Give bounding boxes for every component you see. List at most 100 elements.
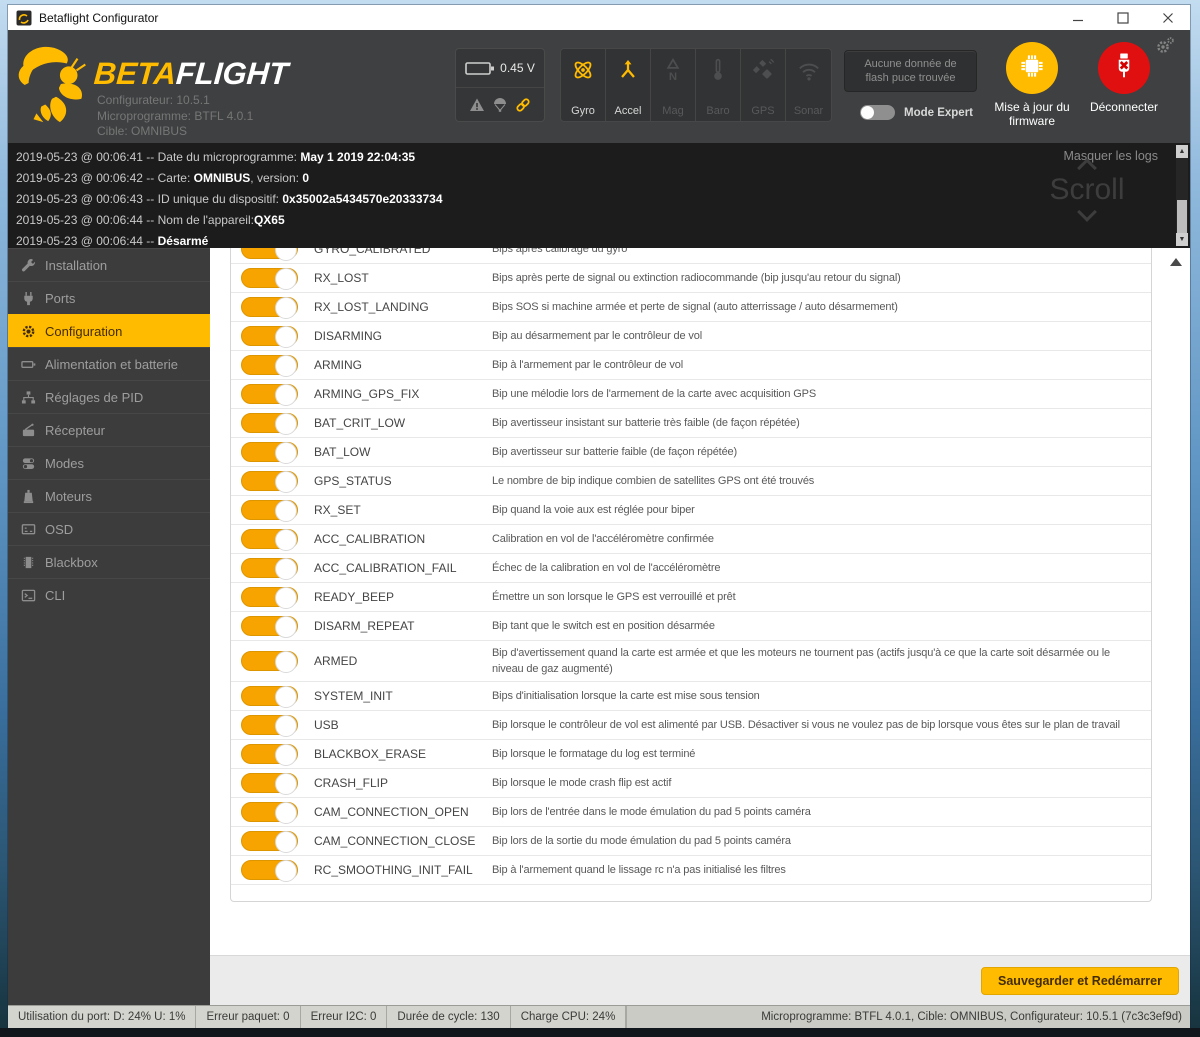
beeper-toggle-DISARM_REPEAT[interactable]: [241, 616, 298, 638]
sidebar-item-blackbox[interactable]: Blackbox: [8, 545, 210, 578]
beeper-row-RX_SET: RX_SET Bip quand la voie aux est réglée p…: [231, 496, 1151, 525]
firmware-update-label: Mise à jour du firmware: [994, 100, 1070, 128]
status-cell: Erreur paquet: 0: [196, 1006, 301, 1028]
sensor-label: Accel: [614, 105, 642, 117]
beeper-toggle-CAM_CONNECTION_OPEN[interactable]: [241, 802, 298, 824]
app-icon: [16, 10, 32, 26]
status-cell: Utilisation du port: D: 24% U: 1%: [8, 1006, 197, 1028]
sensor-gps: GPS: [741, 49, 786, 121]
status-cell: Erreur I2C: 0: [301, 1006, 388, 1028]
beeper-list-panel: GYRO_CALIBRATED Bips après calibrage du g…: [230, 248, 1152, 902]
beeper-toggle-ACC_CALIBRATION_FAIL[interactable]: [241, 558, 298, 580]
beeper-toggle-READY_BEEP[interactable]: [241, 587, 298, 609]
beeper-row-DISARMING: DISARMING Bip au désarmement par le contr…: [231, 322, 1151, 351]
sidebar-item-r-cepteur[interactable]: Récepteur: [8, 413, 210, 446]
sidebar-item-label: Blackbox: [45, 554, 98, 570]
sidebar-item-label: Installation: [45, 257, 108, 273]
beeper-toggle-RX_LOST_LANDING[interactable]: [241, 297, 298, 319]
firmware-version: Microprogramme: BTFL 4.0.1: [97, 108, 254, 123]
sensor-label: Sonar: [793, 105, 824, 117]
beeper-toggle-ACC_CALIBRATION[interactable]: [241, 529, 298, 551]
beeper-toggle-BAT_CRIT_LOW[interactable]: [241, 413, 298, 435]
cli-icon: [21, 588, 36, 603]
firmware-update-button[interactable]: Mise à jour du firmware: [992, 42, 1072, 128]
beeper-toggle-RC_SMOOTHING_INIT_FAIL[interactable]: [241, 860, 298, 882]
baro-icon: [705, 57, 731, 83]
save-reboot-button[interactable]: Sauvegarder et Redémarrer: [981, 966, 1179, 995]
beeper-row-ACC_CALIBRATION_FAIL: ACC_CALIBRATION_FAIL Échec de la calibrat…: [231, 554, 1151, 583]
log-entry: 2019-05-23 @ 00:06:41 -- Date du micropr…: [16, 150, 416, 164]
log-scroll-up-arrow[interactable]: ▲: [1176, 145, 1188, 158]
beeper-row-READY_BEEP: READY_BEEP Émettre un son lorsque le GPS …: [231, 583, 1151, 612]
beeper-toggle-RX_LOST[interactable]: [241, 268, 298, 290]
content-scroll-up-arrow[interactable]: [1170, 258, 1182, 266]
maximize-button[interactable]: [1100, 5, 1145, 30]
beeper-row-USB: USB Bip lorsque le contrôleur de vol est …: [231, 711, 1151, 740]
svg-text:N: N: [669, 71, 677, 83]
accel-icon: [615, 57, 641, 83]
target-name: Cible: OMNIBUS: [97, 124, 188, 138]
brand-wordmark: BETAFLIGHT: [92, 56, 290, 91]
beeper-description: Bip d'avertissement quand la carte est a…: [492, 647, 1111, 675]
sidebar-item-moteurs[interactable]: Moteurs: [8, 479, 210, 512]
beeper-row-RX_LOST_LANDING: RX_LOST_LANDING Bips SOS si machine armée…: [231, 293, 1151, 322]
sidebar-item-installation[interactable]: Installation: [8, 248, 210, 281]
app-header: BETAFLIGHT Configurateur: 10.5.1 Micropr…: [8, 30, 1190, 143]
disconnect-button[interactable]: Déconnecter: [1084, 42, 1164, 114]
log-scroll-thumb[interactable]: [1177, 200, 1187, 236]
sensor-mag: N Mag: [651, 49, 696, 121]
sidebar-item-configuration[interactable]: Configuration: [8, 314, 210, 347]
sidebar-item-osd[interactable]: OSD: [8, 512, 210, 545]
beeper-row-RX_LOST: RX_LOST Bips après perte de signal ou ext…: [231, 264, 1151, 293]
beeper-name: CAM_CONNECTION_OPEN: [314, 805, 469, 819]
beeper-toggle-SYSTEM_INIT[interactable]: [241, 686, 298, 708]
sidebar-item-modes[interactable]: Modes: [8, 446, 210, 479]
beeper-toggle-RX_SET[interactable]: [241, 500, 298, 522]
beeper-toggle-BLACKBOX_ERASE[interactable]: [241, 744, 298, 766]
beeper-toggle-CRASH_FLIP[interactable]: [241, 773, 298, 795]
mag-icon: N: [660, 57, 686, 83]
sidebar-item-alimentation-et-batterie[interactable]: Alimentation et batterie: [8, 347, 210, 380]
log-scroll-down-arrow[interactable]: ▼: [1176, 233, 1188, 246]
disconnect-label: Déconnecter: [1089, 100, 1159, 114]
settings-gear-icon[interactable]: [1154, 36, 1176, 54]
sidebar-item-label: OSD: [45, 521, 74, 537]
beeper-toggle-ARMING[interactable]: [241, 355, 298, 377]
log-scrollbar[interactable]: ▲ ▼: [1176, 145, 1188, 246]
minimize-button[interactable]: [1055, 5, 1100, 30]
status-cell: Charge CPU: 24%: [511, 1006, 627, 1028]
configurator-version: Configurateur: 10.5.1: [97, 93, 210, 107]
beeper-description: Bip tant que le switch est en position d…: [492, 620, 715, 632]
sensor-sonar: Sonar: [786, 49, 831, 121]
sidebar-item-cli[interactable]: CLI: [8, 578, 210, 611]
beeper-name: RX_SET: [314, 503, 361, 517]
sidebar-item-label: Configuration: [45, 323, 123, 339]
beeper-toggle-ARMING_GPS_FIX[interactable]: [241, 384, 298, 406]
beeper-name: SYSTEM_INIT: [314, 689, 393, 703]
beeper-toggle-BAT_LOW[interactable]: [241, 442, 298, 464]
beeper-name: RX_LOST_LANDING: [314, 300, 429, 314]
sidebar-item-ports[interactable]: Ports: [8, 281, 210, 314]
beeper-name: ACC_CALIBRATION: [314, 532, 426, 546]
beeper-toggle-DISARMING[interactable]: [241, 326, 298, 348]
beeper-toggle-USB[interactable]: [241, 715, 298, 737]
beeper-toggle-ARMED[interactable]: [241, 651, 298, 673]
sensor-label: Mag: [662, 105, 684, 117]
expert-mode-toggle[interactable]: [860, 105, 895, 120]
beeper-description: Bips d'initialisation lorsque la carte e…: [492, 690, 760, 702]
flash-data-button[interactable]: Aucune donnée de flash puce trouvée: [844, 50, 977, 92]
close-button[interactable]: [1145, 5, 1190, 30]
plug-icon: [21, 291, 36, 306]
beeper-name: BLACKBOX_ERASE: [314, 747, 427, 761]
sidebar-item-r-glages-de-pid[interactable]: Réglages de PID: [8, 380, 210, 413]
version-info: Configurateur: 10.5.1 Microprogramme: BT…: [97, 93, 253, 140]
beeper-row-DISARM_REPEAT: DISARM_REPEAT Bip tant que le switch est …: [231, 612, 1151, 641]
beeper-description: Bip lors de l'entrée dans le mode émulat…: [492, 806, 811, 818]
battery-icon: [21, 357, 36, 372]
beeper-description: Bip lorsque le formatage du log est term…: [492, 748, 696, 760]
beeper-toggle-GPS_STATUS[interactable]: [241, 471, 298, 493]
gps-icon: [750, 57, 776, 83]
beeper-toggle-CAM_CONNECTION_CLOSE[interactable]: [241, 831, 298, 853]
beeper-row-ACC_CALIBRATION: ACC_CALIBRATION Calibration en vol de l'a…: [231, 525, 1151, 554]
sidebar-item-label: Moteurs: [45, 488, 92, 504]
